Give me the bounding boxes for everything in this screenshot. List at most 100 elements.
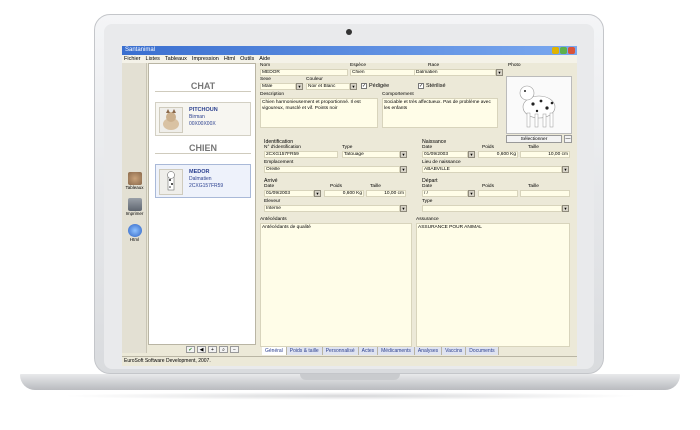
arrive-taille-label: Taille [370,184,381,189]
tool-tableaux[interactable]: Tableaux [123,171,146,195]
menu-fichier[interactable]: Fichier [124,55,141,63]
description-field[interactable]: Chien harmonieusement et proportionné. I… [260,98,378,128]
list-item[interactable]: PITCHOUN Birman 00X00X00X [155,102,251,136]
race-field[interactable]: Dalmatien [414,69,496,76]
tab-documents[interactable]: Documents [466,347,499,355]
menu-outils[interactable]: Outils [240,55,254,63]
tab-general[interactable]: Général [262,347,287,355]
identification-num-label: N° d'identification [264,145,301,150]
arrive-date-field[interactable]: 01/09/2003 [264,190,314,197]
menu-impression[interactable]: Impression [192,55,219,63]
close-icon[interactable] [568,47,575,54]
laptop-shadow [60,392,640,400]
type-dropdown-icon[interactable]: ▼ [400,151,407,158]
pedigree-checkbox[interactable]: ✓ [361,83,367,89]
espece-field[interactable]: Chien [350,69,420,76]
list-item[interactable]: MEDOR Dalmatien 2CXG157FR59 [155,164,251,198]
menu-listes[interactable]: Listes [146,55,160,63]
printer-icon [127,198,142,211]
maximize-icon[interactable] [560,47,567,54]
identification-type-field[interactable]: Tatouage [342,151,400,158]
race-dropdown-icon[interactable]: ▼ [496,69,503,76]
tab-vaccins[interactable]: Vaccins [442,347,467,355]
arrive-poids-label: Poids [330,184,342,189]
minus-icon[interactable]: − [230,346,239,353]
depart-poids-field[interactable] [478,190,518,197]
antecedents-label: Antécédants [260,217,287,222]
lieu-field[interactable]: ABABVILLE [422,166,562,173]
emplacement-dropdown-icon[interactable]: ▼ [400,166,407,173]
identification-type-label: Type [342,145,353,150]
tab-poids-taille[interactable]: Poids & taille [286,347,323,355]
sexe-dropdown-icon[interactable]: ▼ [296,83,303,90]
tool-imprimer[interactable]: Imprimer [123,197,146,221]
laptop-frame: Santanimal Fichier Listes Tableaux Impre… [0,0,700,430]
depart-type-field[interactable] [422,205,562,212]
calendar-dropdown-icon[interactable]: ▼ [468,190,475,197]
select-photo-button[interactable]: Sélectionner [506,135,562,143]
prev-icon[interactable]: ◀ [197,346,206,353]
list-item-id: 00X00X00X [189,121,216,127]
minimize-icon[interactable] [552,47,559,54]
menu-tableaux[interactable]: Tableaux [165,55,187,63]
menu-aide[interactable]: Aide [259,55,270,63]
naissance-taille-label: Taille [528,145,539,150]
dog-thumbnail [159,169,183,195]
lieu-label: Lieu de naissance [422,160,461,165]
tab-actes[interactable]: Actes [358,347,379,355]
couleur-dropdown-icon[interactable]: ▼ [350,83,357,90]
sexe-label: Sexe [260,77,271,82]
list-item-id: 2CXG157FR59 [189,183,224,189]
identification-num-field[interactable]: 2CXG157FR59 [264,151,338,158]
eleveur-label: Eleveur [264,199,281,204]
naissance-taille-field[interactable]: 10,00 cm [520,151,570,158]
emplacement-label: Emplacement [264,160,294,165]
calendar-dropdown-icon[interactable]: ▼ [314,190,321,197]
remove-photo-button[interactable]: — [564,135,572,143]
depart-type-dropdown-icon[interactable]: ▼ [562,205,569,212]
depart-taille-field[interactable] [520,190,570,197]
naissance-poids-field[interactable]: 0,600 Kg [478,151,518,158]
assurance-label: Assurance [416,217,439,222]
naissance-date-field[interactable]: 01/09/2003 [422,151,468,158]
antecedents-field[interactable]: Antécédants de qualité [260,223,412,347]
search-icon[interactable]: ⌕ [219,346,228,353]
comportement-field[interactable]: Sociable et très affectueux. Pas de prob… [382,98,498,128]
calendar-dropdown-icon[interactable]: ▼ [468,151,475,158]
arrive-taille-field[interactable]: 10,00 cm [366,190,406,197]
eleveur-field[interactable]: Interne [264,205,400,212]
sexe-field[interactable]: Mâle [260,83,296,90]
emplacement-field[interactable]: Oreille [264,166,400,173]
naissance-poids-label: Poids [482,145,494,150]
depart-taille-label: Taille [528,184,539,189]
tab-analyses[interactable]: Analyses [414,347,443,355]
lieu-dropdown-icon[interactable]: ▼ [562,166,569,173]
depart-date-label: Date [422,184,433,189]
tab-medicaments[interactable]: Médicaments [378,347,415,355]
assurance-field[interactable]: ASSURANCE POUR ANIMAL [416,223,570,347]
add-icon[interactable]: + [208,346,217,353]
app-window: Santanimal Fichier Listes Tableaux Impre… [122,46,577,366]
race-label: Race [428,63,440,68]
depart-type-label: Type [422,199,433,204]
couleur-field[interactable]: Noir et Blanc [306,83,350,90]
espece-label: Espèce [350,63,366,68]
check-icon[interactable]: ✔ [186,346,195,353]
tool-html[interactable]: Html [123,223,146,247]
tab-personnalise[interactable]: Personnalisé [322,347,359,355]
arrive-date-label: Date [264,184,275,189]
list-item-name: MEDOR [189,169,210,175]
section-chat: CHAT [155,80,251,92]
list-item-race: Dalmatien [189,176,212,182]
nom-field[interactable]: MEDOR [260,69,348,76]
sterilise-checkbox[interactable]: ✓ [418,83,424,89]
menu-html[interactable]: Html [224,55,235,63]
eleveur-dropdown-icon[interactable]: ▼ [400,205,407,212]
pedigree-label: Pédigée [369,83,390,89]
animal-list: CHAT PITCHOUN Birman 00X00X00X CHIEN MED… [148,63,256,345]
arrive-poids-field[interactable]: 0,600 Kg [324,190,364,197]
depart-poids-label: Poids [482,184,494,189]
nom-label: Nom [260,63,271,68]
tab-bar: Général Poids & taille Personnalisé Acte… [262,347,574,355]
depart-date-field[interactable]: / / [422,190,468,197]
